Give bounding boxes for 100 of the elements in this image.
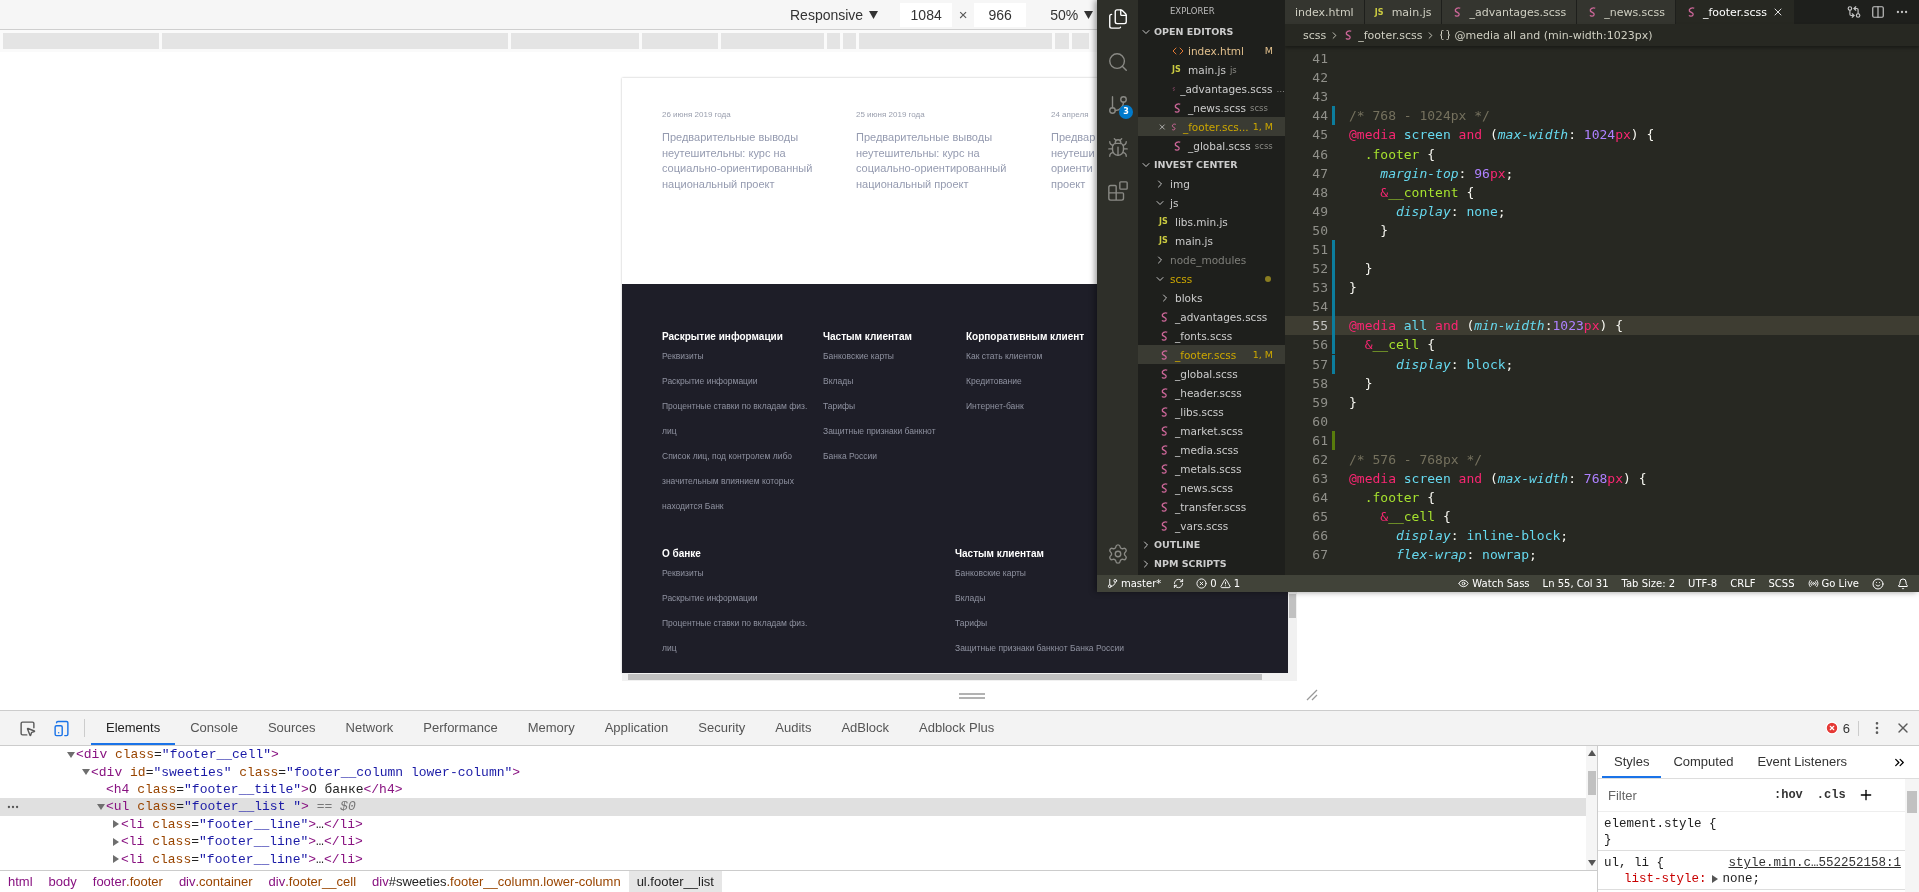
- devtools-tab[interactable]: Elements: [91, 711, 176, 745]
- vertical-scrollbar[interactable]: [1586, 746, 1597, 870]
- compare-icon[interactable]: [1847, 5, 1861, 19]
- footer-link[interactable]: Вклады: [823, 369, 854, 394]
- width-input[interactable]: 1084: [900, 2, 953, 27]
- footer-link[interactable]: Тарифы: [955, 611, 988, 636]
- file-item[interactable]: _fonts.scss: [1138, 326, 1285, 345]
- styles-tab[interactable]: Computed: [1661, 746, 1746, 778]
- open-editor-item[interactable]: index.html M: [1138, 41, 1285, 60]
- dom-node-row[interactable]: <ul class="footer__list "> == $0: [0, 798, 1586, 816]
- status-item[interactable]: SCSS: [1768, 578, 1795, 589]
- devtools-tab[interactable]: Performance: [408, 711, 513, 745]
- editor-tab[interactable]: _footer.scss: [1675, 0, 1796, 24]
- breadcrumb-item[interactable]: _footer.scss: [1358, 28, 1423, 42]
- branch-status[interactable]: master*: [1107, 578, 1162, 589]
- dom-breadcrumb-item[interactable]: body: [40, 871, 85, 892]
- editor-tab[interactable]: _news.scss: [1577, 0, 1676, 24]
- dom-node-row[interactable]: <div id="sweeties" class="footer__column lower-column">: [0, 763, 1586, 781]
- footer-link[interactable]: Банковские карты: [955, 561, 1026, 586]
- styles-tab[interactable]: Event Listeners: [1745, 746, 1859, 778]
- dom-node-row[interactable]: <div class="footer__cell">: [0, 746, 1586, 764]
- footer-link[interactable]: Процентные ставки по вкладам физ. лиц: [662, 611, 812, 661]
- file-item[interactable]: _vars.scss: [1138, 516, 1285, 535]
- dom-breadcrumb-item[interactable]: div#sweeties.footer__column.lower-column: [364, 871, 629, 892]
- file-item[interactable]: _global.scss: [1138, 364, 1285, 383]
- folder-item[interactable]: bloks: [1138, 288, 1285, 307]
- footer-link[interactable]: Реквизиты: [662, 561, 704, 586]
- dom-node-row[interactable]: <h4 class="footer__title">О банке</h4>: [0, 780, 1586, 799]
- device-mode-dropdown[interactable]: Responsive: [786, 6, 883, 23]
- status-item[interactable]: Tab Size: 2: [1621, 578, 1676, 589]
- status-item[interactable]: Watch Sass: [1458, 578, 1530, 589]
- breadcrumb-item[interactable]: @media all and (min-width:1023px): [1454, 28, 1653, 42]
- devtools-tab[interactable]: Memory: [512, 711, 590, 745]
- folder-item[interactable]: js: [1138, 193, 1285, 212]
- styles-tab[interactable]: Styles: [1602, 746, 1662, 778]
- settings-icon[interactable]: [1106, 543, 1129, 565]
- status-item[interactable]: UTF-8: [1688, 578, 1718, 589]
- dom-breadcrumb-item[interactable]: footer.footer: [84, 871, 171, 892]
- footer-link[interactable]: Защитные признаки банкнот Банка России: [955, 636, 1124, 661]
- open-editor-item[interactable]: _news.scss scss: [1138, 98, 1285, 117]
- dom-breadcrumb-item[interactable]: div.footer__cell: [260, 871, 365, 892]
- zoom-dropdown[interactable]: 50%: [1046, 6, 1098, 23]
- smiley-icon[interactable]: [1872, 577, 1884, 590]
- footer-link[interactable]: Кредитование: [966, 369, 1022, 394]
- file-item[interactable]: _transfer.scss: [1138, 497, 1285, 516]
- devtools-tab[interactable]: Application: [589, 711, 684, 745]
- devtools-tab[interactable]: Audits: [760, 711, 827, 745]
- footer-link[interactable]: Список лиц, под контролем либо значительным влиянием которых находится Банк: [662, 444, 812, 519]
- section-header[interactable]: OPEN EDITORS: [1138, 22, 1285, 41]
- bug-icon[interactable]: [1106, 137, 1129, 159]
- devtools-tab[interactable]: Security: [683, 711, 761, 745]
- file-item[interactable]: _advantages.scss: [1138, 307, 1285, 326]
- footer-link[interactable]: Реквизиты: [662, 344, 704, 369]
- section-header[interactable]: INVEST CENTER: [1138, 155, 1285, 174]
- folder-item[interactable]: node_modules: [1138, 250, 1285, 269]
- file-item[interactable]: _header.scss: [1138, 383, 1285, 402]
- section-header[interactable]: OUTLINE: [1138, 535, 1285, 554]
- dom-node-row[interactable]: <li class="footer__line">…</li>: [0, 815, 1586, 833]
- folder-item[interactable]: img: [1138, 174, 1285, 193]
- editor-tab[interactable]: index.html: [1285, 0, 1365, 24]
- file-item[interactable]: _market.scss: [1138, 421, 1285, 440]
- toggle-button[interactable]: :hov: [1772, 788, 1805, 802]
- dom-node-row[interactable]: <li class="footer__line">…</li>: [0, 832, 1586, 851]
- corner-resize-icon[interactable]: [1306, 688, 1318, 701]
- footer-link[interactable]: Защитные признаки банкнот Банка России: [823, 419, 953, 469]
- section-header[interactable]: NPM SCRIPTS: [1138, 554, 1285, 573]
- status-item[interactable]: Go Live: [1807, 578, 1859, 589]
- footer-link[interactable]: Раскрытие информации: [662, 369, 758, 394]
- expanded-triangle-icon[interactable]: [96, 802, 106, 811]
- devtools-tab[interactable]: Console: [175, 711, 253, 745]
- footer-link[interactable]: Процентные ставки по вкладам физ. лиц: [662, 394, 812, 444]
- editor-tab[interactable]: _advantages.scss: [1442, 0, 1578, 24]
- devtools-tab[interactable]: Sources: [252, 711, 331, 745]
- dom-breadcrumb-item[interactable]: div.container: [170, 871, 261, 892]
- expand-triangle-icon[interactable]: [1709, 875, 1720, 883]
- status-item[interactable]: CRLF: [1730, 578, 1756, 589]
- horizontal-scrollbar[interactable]: [622, 673, 1288, 681]
- file-item[interactable]: JS libs.min.js: [1138, 212, 1285, 231]
- files-icon[interactable]: [1106, 8, 1129, 30]
- search-icon[interactable]: [1106, 51, 1129, 73]
- stylesheet-link[interactable]: style.min.c…552252158:1: [1728, 855, 1901, 871]
- open-editor-item[interactable]: _footer.scs... 1, M: [1138, 117, 1285, 136]
- bell-icon[interactable]: [1897, 577, 1909, 590]
- scrollbar-thumb[interactable]: [1587, 771, 1596, 795]
- split-editor-icon[interactable]: [1871, 5, 1885, 19]
- folder-item[interactable]: scss: [1138, 269, 1285, 288]
- open-editor-item[interactable]: _global.scss scss: [1138, 136, 1285, 155]
- dom-node-row[interactable]: <li class="footer__line">…</li>: [0, 850, 1586, 868]
- footer-link[interactable]: Банковские карты: [823, 344, 894, 369]
- file-item[interactable]: JS main.js: [1138, 231, 1285, 250]
- sync-icon[interactable]: [1173, 578, 1185, 589]
- file-item[interactable]: _media.scss: [1138, 440, 1285, 459]
- devtools-tab[interactable]: Adblock Plus: [904, 711, 1010, 745]
- dom-breadcrumb-item[interactable]: ul.footer__list: [628, 871, 722, 892]
- dom-breadcrumb-item[interactable]: html: [0, 871, 41, 892]
- error-counter[interactable]: 6: [1824, 720, 1859, 736]
- editor-tab[interactable]: JS main.js: [1364, 0, 1443, 24]
- open-editor-item[interactable]: _advantages.scss …: [1138, 79, 1285, 98]
- vertical-scrollbar[interactable]: [1905, 779, 1919, 892]
- breadcrumb-item[interactable]: scss: [1303, 28, 1327, 42]
